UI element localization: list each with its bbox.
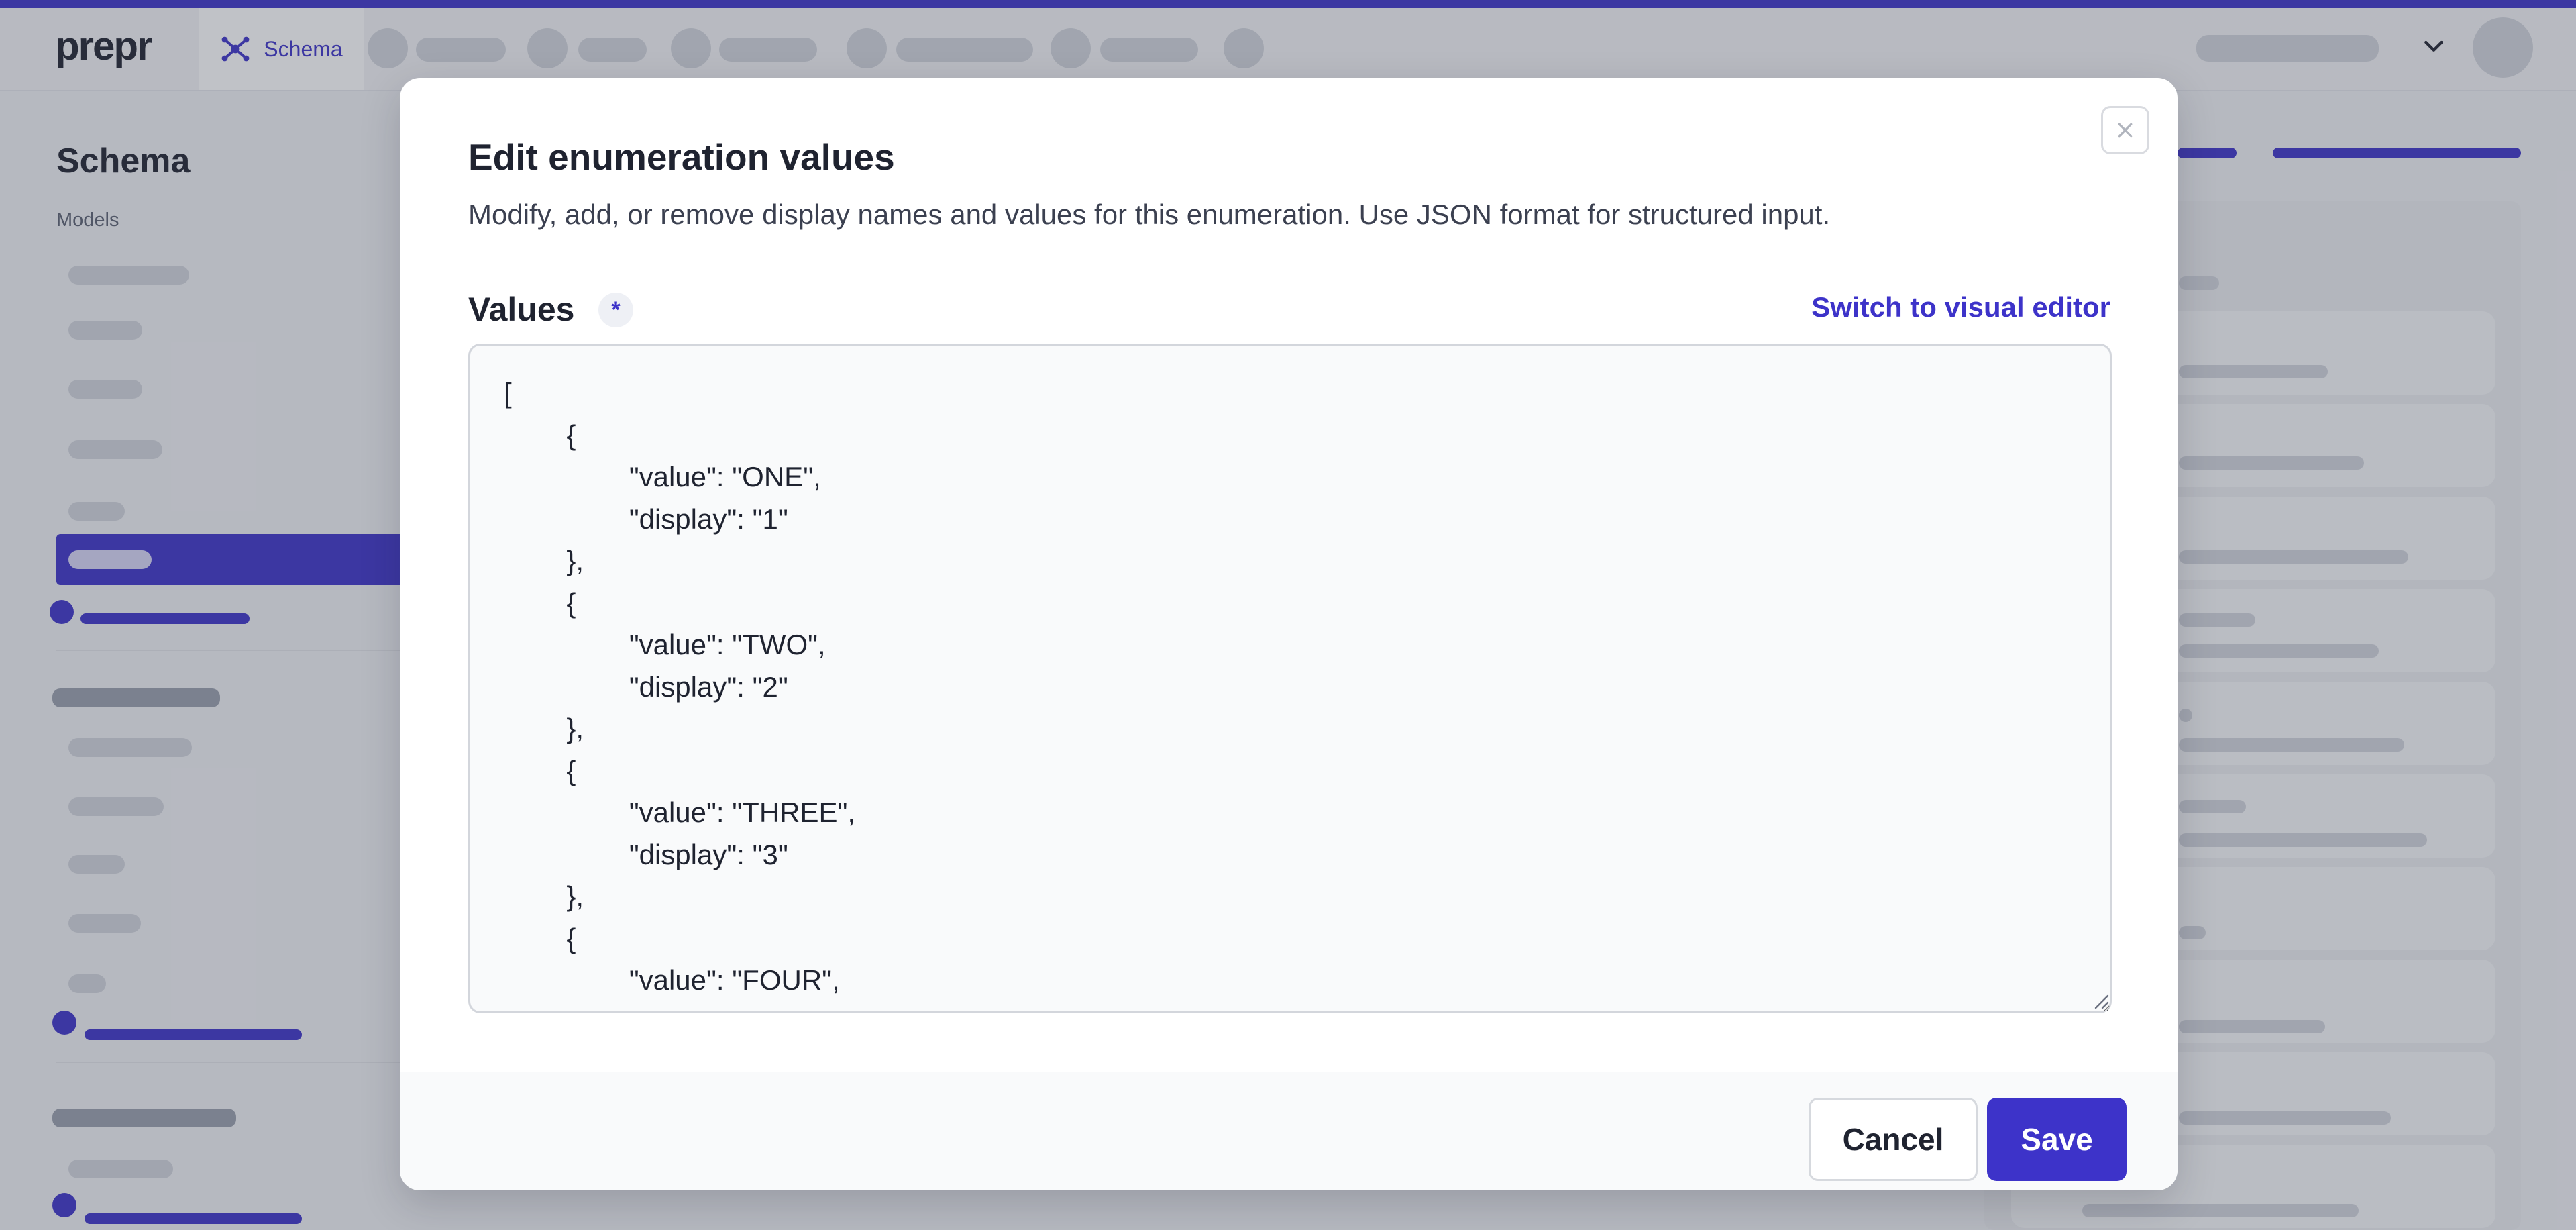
edit-enumeration-dialog: Edit enumeration values Modify, add, or … (400, 78, 2178, 1190)
json-values-editor[interactable]: [ { "value": "ONE", "display": "1" }, { … (468, 344, 2112, 1013)
resize-handle-icon[interactable] (2092, 992, 2109, 1009)
values-field-label: Values (468, 291, 575, 328)
cancel-button[interactable]: Cancel (1809, 1098, 1978, 1181)
close-icon (2118, 123, 2133, 138)
required-marker: * (598, 293, 633, 327)
save-button[interactable]: Save (1987, 1098, 2127, 1181)
close-button[interactable] (2101, 106, 2149, 154)
dialog-footer: Cancel Save (400, 1072, 2178, 1190)
dialog-description: Modify, add, or remove display names and… (468, 199, 1831, 230)
switch-to-visual-editor-link[interactable]: Switch to visual editor (1811, 291, 2110, 323)
dialog-title: Edit enumeration values (468, 136, 895, 178)
